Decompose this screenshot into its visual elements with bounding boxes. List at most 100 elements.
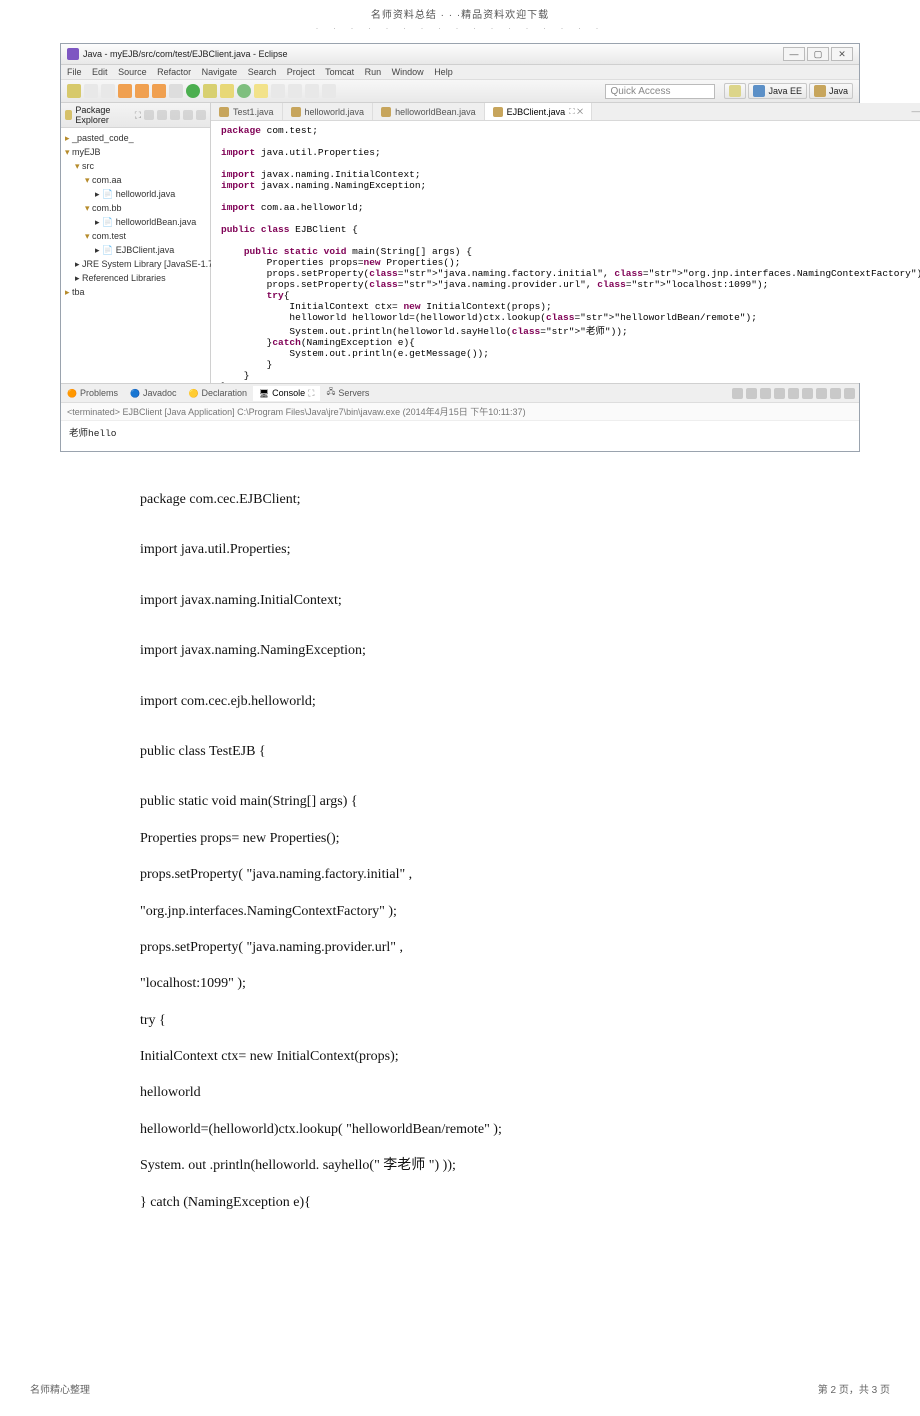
code-line: public static void main(String[] args) { xyxy=(140,784,860,820)
debug-icon[interactable] xyxy=(169,84,183,98)
editor-tab[interactable]: Test1.java xyxy=(211,103,283,120)
package-explorer-panel: Package Explorer ⛶ _pasted_code_myEJBsrc… xyxy=(61,103,211,383)
remove-all-icon[interactable] xyxy=(746,388,757,399)
new-pkg-icon[interactable] xyxy=(220,84,234,98)
terminate-icon[interactable] xyxy=(732,388,743,399)
bottom-panel: 🟠Problems🔵Javadoc🟡Declaration🖥Console ⛶🖧… xyxy=(61,383,859,451)
tree-item[interactable]: com.aa xyxy=(65,173,206,187)
maximize-button[interactable]: ▢ xyxy=(807,47,829,61)
tree-item[interactable]: _pasted_code_ xyxy=(65,131,206,145)
bottom-tab-problems[interactable]: 🟠Problems xyxy=(61,386,124,400)
code-line: props.setProperty( "java.naming.provider… xyxy=(140,930,860,966)
extern-tools-icon[interactable] xyxy=(203,84,217,98)
tree-item[interactable]: com.bb xyxy=(65,201,206,215)
tomcat-stop-icon[interactable] xyxy=(135,84,149,98)
tree-item[interactable]: Referenced Libraries xyxy=(65,271,206,285)
bottom-tab-console[interactable]: 🖥Console ⛶ xyxy=(253,386,321,401)
menu-help[interactable]: Help xyxy=(434,67,453,77)
tree-item[interactable]: JRE System Library [JavaSE-1.7] xyxy=(65,257,206,271)
menu-refactor[interactable]: Refactor xyxy=(157,67,191,77)
menu-search[interactable]: Search xyxy=(248,67,277,77)
window-buttons: — ▢ ✕ xyxy=(783,47,853,61)
console-output: 老师hello xyxy=(61,421,859,451)
editor-tab[interactable]: EJBClient.java ⛶ ✕ xyxy=(485,103,592,120)
bottom-tab-declaration[interactable]: 🟡Declaration xyxy=(182,386,253,400)
nav-fwd-icon[interactable] xyxy=(322,84,336,98)
editor-tab[interactable]: helloworld.java xyxy=(283,103,374,120)
menu-tomcat[interactable]: Tomcat xyxy=(325,67,354,77)
minimize-button[interactable]: — xyxy=(783,47,805,61)
menu-navigate[interactable]: Navigate xyxy=(202,67,238,77)
eclipse-icon xyxy=(67,48,79,60)
menu-file[interactable]: File xyxy=(67,67,82,77)
perspective-java[interactable]: Java xyxy=(809,83,853,99)
editor-tabs: Test1.javahelloworld.javahelloworldBean.… xyxy=(211,103,920,121)
new-icon[interactable] xyxy=(67,84,81,98)
window-title-text: Java - myEJB/src/com/test/EJBClient.java… xyxy=(83,49,288,59)
tree-item[interactable]: tba xyxy=(65,285,206,299)
nav-back-icon[interactable] xyxy=(305,84,319,98)
eclipse-ide: Java - myEJB/src/com/test/EJBClient.java… xyxy=(60,43,860,452)
search-icon[interactable] xyxy=(271,84,285,98)
view-menu-icon[interactable] xyxy=(170,110,180,120)
run-icon[interactable] xyxy=(186,84,200,98)
code-listing: package com.cec.EJBClient; import java.u… xyxy=(60,482,860,1221)
code-line: "org.jnp.interfaces.NamingContextFactory… xyxy=(140,894,860,930)
pin-icon[interactable] xyxy=(788,388,799,399)
page-footer: 名师精心整理 第 2 页，共 3 页 xyxy=(0,1381,920,1416)
package-explorer-tabfocus-icon: ⛶ xyxy=(135,110,141,121)
tree-item[interactable]: helloworldBean.java xyxy=(65,215,206,229)
code-editor[interactable]: package com.test; import java.util.Prope… xyxy=(211,121,920,383)
menu-run[interactable]: Run xyxy=(365,67,382,77)
menu-edit[interactable]: Edit xyxy=(92,67,108,77)
editor-min-icon[interactable]: — xyxy=(911,106,920,117)
menu-window[interactable]: Window xyxy=(392,67,424,77)
clear-icon[interactable] xyxy=(760,388,771,399)
package-explorer-icon xyxy=(65,110,72,120)
saveall-icon[interactable] xyxy=(101,84,115,98)
close-button[interactable]: ✕ xyxy=(831,47,853,61)
code-line: } catch (NamingException e){ xyxy=(140,1185,860,1221)
code-line: import com.cec.ejb.helloworld; xyxy=(140,684,860,720)
bottom-tab-javadoc[interactable]: 🔵Javadoc xyxy=(124,386,183,400)
code-line: try { xyxy=(140,1003,860,1039)
code-line: package com.cec.EJBClient; xyxy=(140,482,860,518)
perspective-java-label: Java xyxy=(829,86,848,96)
minimize-view-icon[interactable] xyxy=(183,110,193,120)
perspective-javaee-label: Java EE xyxy=(768,86,802,96)
collapse-icon[interactable] xyxy=(144,110,154,120)
window-titlebar: Java - myEJB/src/com/test/EJBClient.java… xyxy=(61,44,859,65)
display-icon[interactable] xyxy=(802,388,813,399)
min-icon[interactable] xyxy=(830,388,841,399)
menu-project[interactable]: Project xyxy=(287,67,315,77)
code-line: InitialContext ctx= new InitialContext(p… xyxy=(140,1039,860,1075)
tree-item[interactable]: helloworld.java xyxy=(65,187,206,201)
tree-item[interactable]: com.test xyxy=(65,229,206,243)
code-line: props.setProperty( "java.naming.factory.… xyxy=(140,857,860,893)
tomcat-start-icon[interactable] xyxy=(118,84,132,98)
quick-access-input[interactable]: Quick Access xyxy=(605,84,715,99)
link-editor-icon[interactable] xyxy=(157,110,167,120)
tree-item[interactable]: EJBClient.java xyxy=(65,243,206,257)
code-line: public class TestEJB { xyxy=(140,734,860,770)
bottom-tab-servers[interactable]: 🖧Servers xyxy=(320,384,375,402)
tree-item[interactable]: src xyxy=(65,159,206,173)
save-icon[interactable] xyxy=(84,84,98,98)
maximize-view-icon[interactable] xyxy=(196,110,206,120)
tree-item[interactable]: myEJB xyxy=(65,145,206,159)
open-perspective-icon[interactable] xyxy=(724,83,746,99)
editor-tab[interactable]: helloworldBean.java xyxy=(373,103,485,120)
code-line: import javax.naming.NamingException; xyxy=(140,633,860,669)
task-icon[interactable] xyxy=(288,84,302,98)
tomcat-restart-icon[interactable] xyxy=(152,84,166,98)
menu-source[interactable]: Source xyxy=(118,67,147,77)
max-icon[interactable] xyxy=(844,388,855,399)
package-explorer-tree[interactable]: _pasted_code_myEJBsrccom.aahelloworld.ja… xyxy=(61,128,210,302)
scroll-icon[interactable] xyxy=(774,388,785,399)
new-class-icon[interactable] xyxy=(237,84,251,98)
code-line: Properties props= new Properties(); xyxy=(140,821,860,857)
open-type-icon[interactable] xyxy=(254,84,268,98)
perspective-javaee[interactable]: Java EE xyxy=(748,83,807,99)
open-console-icon[interactable] xyxy=(816,388,827,399)
code-line: System. out .println(helloworld. sayhell… xyxy=(140,1148,860,1184)
